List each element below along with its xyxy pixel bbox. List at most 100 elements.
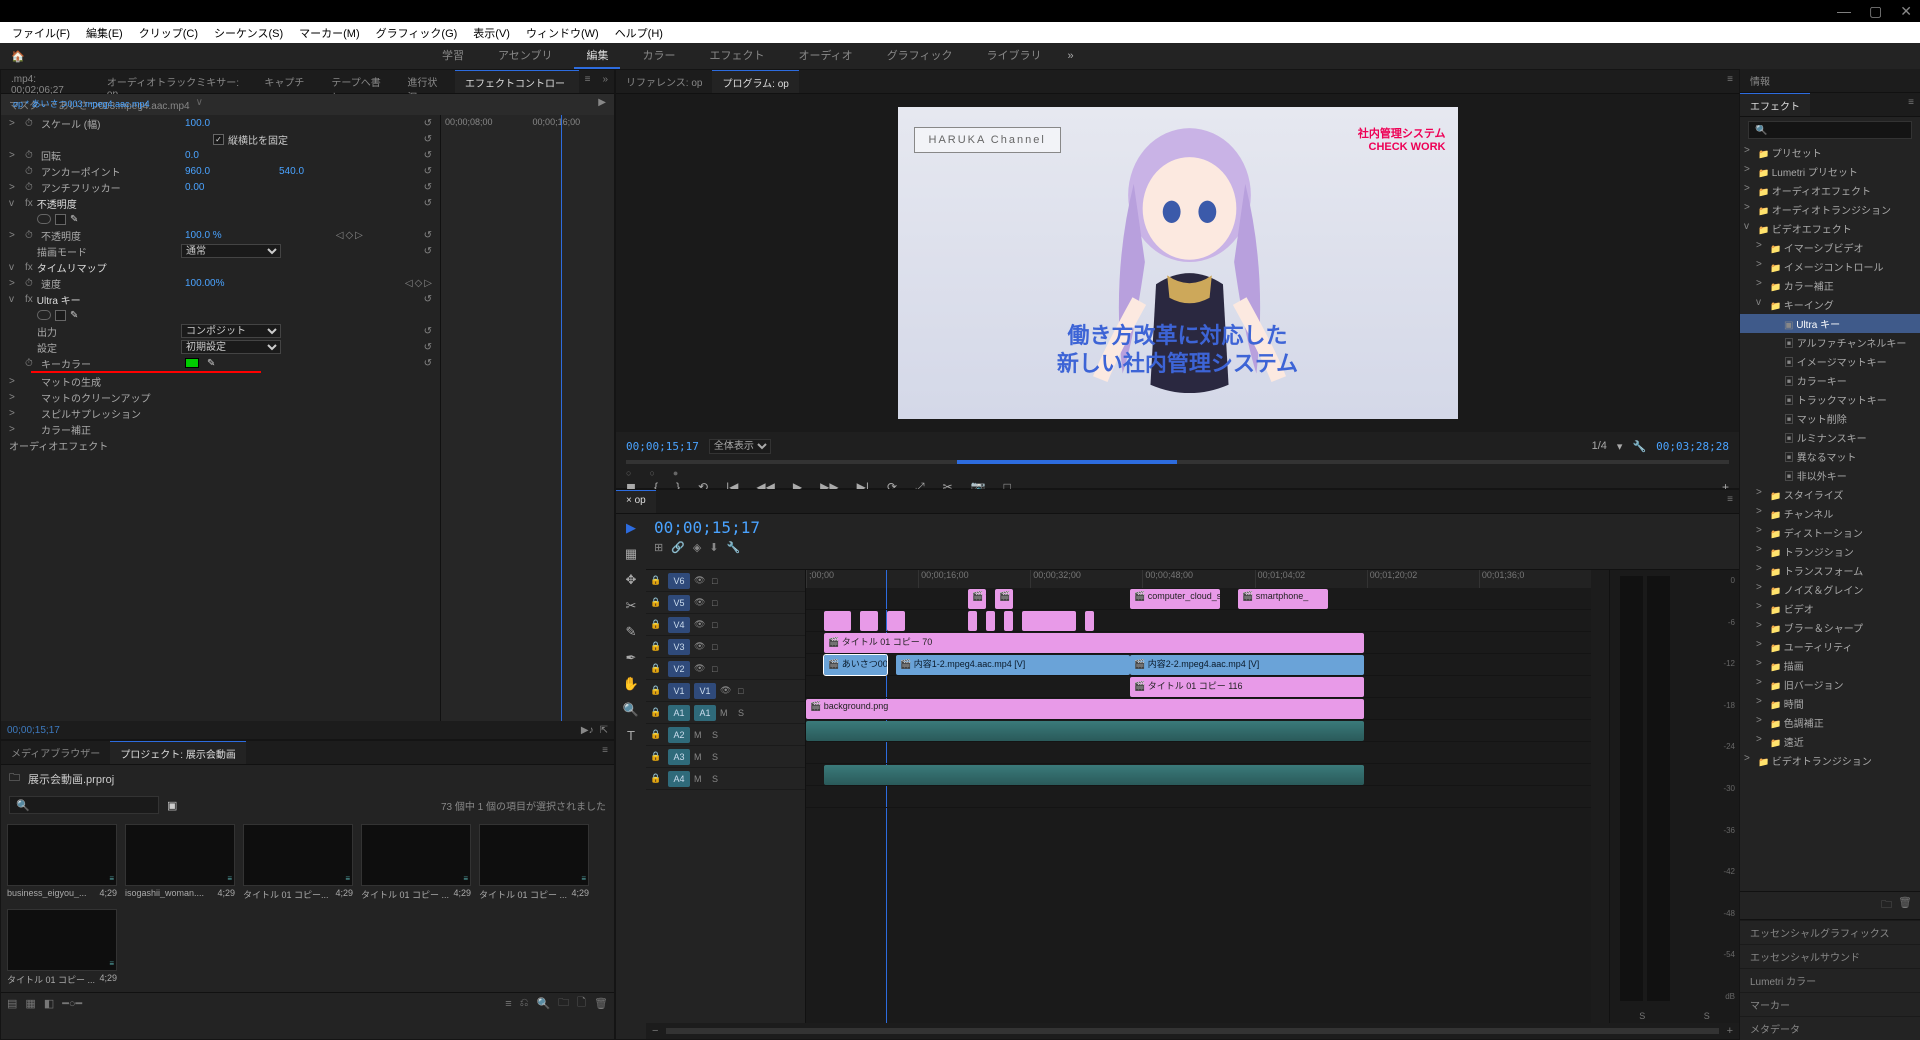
lock-icon[interactable]: 🔒 bbox=[650, 707, 664, 718]
twist-icon[interactable]: > bbox=[9, 278, 21, 289]
project-panel-tab[interactable]: メディアブラウザー bbox=[1, 741, 110, 764]
menu-item[interactable]: ファイル(F) bbox=[4, 23, 78, 43]
effects-tree-node[interactable]: vビデオエフェクト bbox=[1740, 219, 1920, 238]
prop-value[interactable]: 540.0 bbox=[279, 166, 369, 177]
reset-icon[interactable]: ↺ bbox=[424, 294, 432, 305]
project-thumb[interactable]: ≡タイトル 01 コピー ...4;29 bbox=[361, 824, 471, 901]
effects-tree-node[interactable]: >ノイズ＆グレイン bbox=[1740, 580, 1920, 599]
track-lane[interactable] bbox=[806, 610, 1591, 632]
twist-icon[interactable]: > bbox=[9, 182, 21, 193]
collapsed-panel-tab[interactable]: メタデータ bbox=[1740, 1016, 1920, 1040]
menu-item[interactable]: ヘルプ(H) bbox=[607, 23, 671, 43]
project-panel-tab[interactable]: プロジェクト: 展示会動画 bbox=[110, 741, 246, 764]
collapsed-panel-tab[interactable]: エッセンシャルサウンド bbox=[1740, 944, 1920, 968]
effect-toggle[interactable] bbox=[37, 310, 51, 320]
track-header[interactable]: 🔒A2MS bbox=[646, 724, 805, 746]
insert-icon[interactable]: ⬇ bbox=[709, 541, 718, 554]
program-panel-tab[interactable]: プログラム: op bbox=[712, 70, 798, 93]
reset-icon[interactable]: ↺ bbox=[424, 134, 432, 145]
twist-icon[interactable]: > bbox=[9, 376, 21, 387]
timeline-clip[interactable] bbox=[824, 765, 1364, 785]
timeline-clip[interactable]: 🎬 あいさつ003.mpe bbox=[824, 655, 887, 675]
track-lane[interactable] bbox=[806, 786, 1591, 808]
menu-item[interactable]: マーカー(M) bbox=[291, 23, 368, 43]
prop-value[interactable]: 960.0 bbox=[185, 166, 275, 177]
effects-tree-node[interactable]: >プリセット bbox=[1740, 143, 1920, 162]
project-thumb[interactable]: ≡isogashii_woman....4;29 bbox=[125, 824, 235, 901]
timeline-hscroll[interactable] bbox=[666, 1028, 1718, 1034]
effect-name[interactable]: タイムリマップ bbox=[37, 260, 107, 275]
effects-tree-node[interactable]: マット削除 bbox=[1740, 409, 1920, 428]
track-toggle-icon[interactable]: M bbox=[694, 730, 708, 740]
track-header[interactable]: 🔒V4👁□ bbox=[646, 614, 805, 636]
track-target[interactable]: V3 bbox=[668, 639, 690, 655]
program-timecode[interactable]: 00;00;15;17 bbox=[626, 440, 699, 453]
workspace-tab[interactable]: エフェクト bbox=[697, 43, 776, 69]
track-toggle-icon[interactable]: M bbox=[694, 752, 708, 762]
program-resolution[interactable]: 1/4 bbox=[1592, 440, 1607, 452]
timeline-clip[interactable] bbox=[1022, 611, 1076, 631]
tool-button[interactable]: T bbox=[627, 728, 635, 743]
lock-icon[interactable]: 🔒 bbox=[650, 619, 664, 630]
effects-tree-node[interactable]: >トランスフォーム bbox=[1740, 561, 1920, 580]
track-lane[interactable] bbox=[806, 742, 1591, 764]
timeline-clip[interactable] bbox=[824, 611, 851, 631]
program-panel-tab[interactable]: リファレンス: op bbox=[616, 70, 712, 93]
effect-toggle[interactable] bbox=[37, 214, 51, 224]
next-key-icon[interactable]: ▷ bbox=[355, 230, 363, 241]
marker-icon[interactable]: ◈ bbox=[693, 541, 701, 554]
effects-tree-node[interactable]: 異なるマット bbox=[1740, 447, 1920, 466]
timeline-clip[interactable] bbox=[986, 611, 995, 631]
mask-ellipse-icon[interactable] bbox=[55, 310, 66, 321]
effects-tree-node[interactable]: >カラー補正 bbox=[1740, 276, 1920, 295]
effects-tree-node[interactable]: >オーディオエフェクト bbox=[1740, 181, 1920, 200]
twist-icon[interactable]: > bbox=[9, 230, 21, 241]
track-target[interactable]: A3 bbox=[668, 749, 690, 765]
effects-tree-node[interactable]: >スタイライズ bbox=[1740, 485, 1920, 504]
menu-item[interactable]: グラフィック(G) bbox=[368, 23, 466, 43]
snap-icon[interactable]: ⊞ bbox=[654, 541, 663, 554]
panel-menu-icon[interactable]: ≡ bbox=[1721, 70, 1739, 93]
window-close[interactable]: ✕ bbox=[1900, 3, 1912, 20]
timeline-clip[interactable] bbox=[860, 611, 878, 631]
prop-value[interactable]: 100.00% bbox=[185, 278, 275, 289]
menu-item[interactable]: 編集(E) bbox=[78, 23, 131, 43]
project-filter-icon[interactable]: ▣ bbox=[167, 799, 177, 812]
timeline-clip[interactable]: 🎬 computer_cloud_sy bbox=[1130, 589, 1220, 609]
track-lane[interactable]: 🎬 タイトル 01 コピー 116 bbox=[806, 676, 1591, 698]
effects-tree-node[interactable]: アルファチャンネルキー bbox=[1740, 333, 1920, 352]
track-target[interactable]: A4 bbox=[668, 771, 690, 787]
effects-tree-node[interactable]: >トランジション bbox=[1740, 542, 1920, 561]
prop-value[interactable]: 100.0 % bbox=[185, 230, 275, 241]
track-toggle2-icon[interactable]: S bbox=[738, 708, 744, 718]
linked-selection-icon[interactable]: 🔗 bbox=[671, 541, 685, 554]
new-item-icon[interactable]: 🗋 bbox=[577, 994, 586, 1013]
panel-menu-icon[interactable]: ≡ bbox=[1902, 93, 1920, 116]
source-panel-tab[interactable]: オーディオトラックミキサー: op bbox=[97, 70, 254, 93]
track-lane[interactable] bbox=[806, 764, 1591, 786]
track-toggle-icon[interactable]: M bbox=[694, 774, 708, 784]
lock-icon[interactable]: 🔒 bbox=[650, 685, 664, 696]
tool-button[interactable]: ✥ bbox=[626, 572, 637, 588]
effects-tree-node[interactable]: >時間 bbox=[1740, 694, 1920, 713]
stopwatch-icon[interactable]: ⏱ bbox=[25, 150, 37, 161]
stopwatch-icon[interactable]: ⏱ bbox=[25, 166, 37, 177]
source-panel-tab[interactable]: エフェクトコントロール bbox=[455, 70, 579, 93]
menu-item[interactable]: 表示(V) bbox=[465, 23, 518, 43]
effects-tree-node[interactable]: >イマーシブビデオ bbox=[1740, 238, 1920, 257]
track-header[interactable]: 🔒V5👁□ bbox=[646, 592, 805, 614]
menu-item[interactable]: ウィンドウ(W) bbox=[518, 23, 607, 43]
prop-value[interactable]: 0.00 bbox=[185, 182, 275, 193]
source-panel-tab[interactable]: キャプチャ bbox=[254, 70, 321, 93]
timeline-vscroll[interactable] bbox=[1591, 570, 1609, 1023]
prop-select[interactable]: 通常 bbox=[181, 244, 281, 258]
prev-key-icon[interactable]: ◁ bbox=[405, 278, 413, 289]
source-patch[interactable]: A1 bbox=[668, 705, 690, 721]
track-toggle2-icon[interactable]: S bbox=[712, 774, 718, 784]
solo-right[interactable]: S bbox=[1704, 1011, 1710, 1021]
stopwatch-icon[interactable]: ⏱ bbox=[25, 278, 37, 289]
reset-icon[interactable]: ↺ bbox=[424, 326, 432, 337]
project-thumb[interactable]: ≡タイトル 01 コピー...4;29 bbox=[243, 824, 353, 901]
program-monitor-frame[interactable]: HARUKA Channel 社内管理システムCHECK WORK bbox=[898, 107, 1458, 419]
track-target[interactable]: V1 bbox=[694, 683, 716, 699]
